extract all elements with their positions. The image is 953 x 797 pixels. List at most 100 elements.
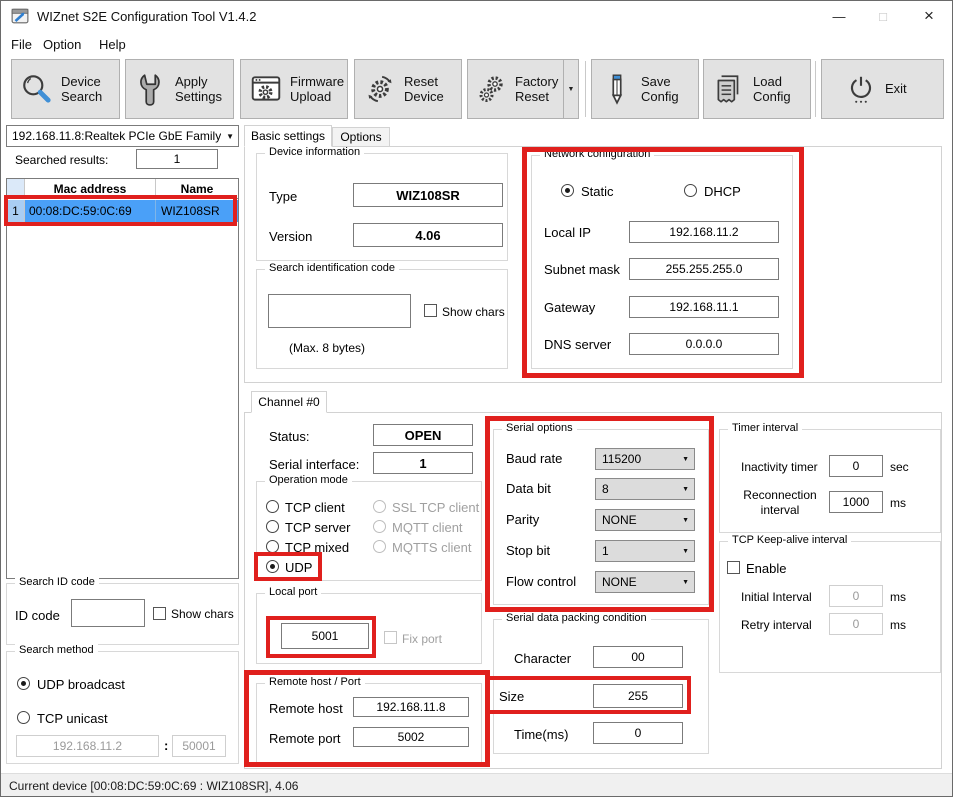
dhcp-radio[interactable]	[684, 184, 697, 197]
network-adapter-select[interactable]: 192.168.11.8:Realtek PCIe GbE Family ▼	[6, 125, 239, 147]
udp-broadcast-radio[interactable]	[17, 677, 30, 690]
power-icon	[844, 72, 878, 106]
stop-bit-label: Stop bit	[506, 543, 550, 558]
baud-rate-select[interactable]: 115200 ▼	[595, 448, 695, 470]
menu-help[interactable]: Help	[95, 35, 130, 54]
local-port-input[interactable]: 5001	[281, 623, 369, 649]
ssl-tcp-client-label: SSL TCP client	[392, 500, 479, 515]
window-title: WIZnet S2E Configuration Tool V1.4.2	[37, 9, 256, 24]
show-chars-checkbox-2[interactable]	[424, 304, 437, 317]
time-ms-label: Time(ms)	[514, 727, 568, 742]
initial-interval-input[interactable]: 0	[829, 585, 883, 607]
parity-select[interactable]: NONE ▼	[595, 509, 695, 531]
mqtt-client-radio[interactable]	[373, 520, 386, 533]
reconnection-interval-input[interactable]: 1000	[829, 491, 883, 513]
wrench-icon	[134, 72, 168, 106]
load-config-button[interactable]: Load Config	[703, 59, 811, 119]
unicast-port-input[interactable]: 50001	[172, 735, 226, 757]
time-ms-input[interactable]: 0	[593, 722, 683, 744]
table-row[interactable]: 1 00:08:DC:59:0C:69 WIZ108SR	[7, 200, 238, 222]
keepalive-title: TCP Keep-alive interval	[728, 534, 851, 546]
minimize-button[interactable]: —	[819, 1, 859, 31]
data-bit-select[interactable]: 8 ▼	[595, 478, 695, 500]
serial-interface-label: Serial interface:	[269, 457, 359, 472]
chevron-down-icon: ▼	[682, 486, 689, 493]
pencil-icon	[600, 72, 634, 106]
tcp-server-radio[interactable]	[266, 520, 279, 533]
remote-host-input[interactable]: 192.168.11.8	[353, 697, 469, 717]
id-code-input[interactable]	[71, 599, 145, 627]
colon-separator: :	[164, 738, 168, 753]
keepalive-enable-checkbox[interactable]	[727, 561, 740, 574]
tcp-unicast-radio[interactable]	[17, 711, 30, 724]
static-radio[interactable]	[561, 184, 574, 197]
factory-reset-label: Factory Reset	[515, 74, 563, 105]
tcp-mixed-label: TCP mixed	[285, 540, 349, 555]
status-bar-text: Current device [00:08:DC:59:0C:69 : WIZ1…	[9, 779, 298, 793]
mqtts-client-radio[interactable]	[373, 540, 386, 553]
factory-reset-button[interactable]: Factory Reset	[467, 59, 564, 119]
apply-settings-button[interactable]: Apply Settings	[125, 59, 234, 119]
character-input[interactable]: 00	[593, 646, 683, 668]
exit-label: Exit	[885, 81, 907, 96]
subnet-mask-field[interactable]: 255.255.255.0	[629, 258, 779, 280]
show-chars-label-2: Show chars	[442, 305, 505, 319]
size-label: Size	[499, 689, 524, 704]
flow-control-label: Flow control	[506, 574, 576, 589]
maximize-button[interactable]: □	[863, 1, 903, 31]
apply-settings-label: Apply Settings	[175, 74, 233, 105]
tcp-client-radio[interactable]	[266, 500, 279, 513]
device-search-button[interactable]: Device Search	[11, 59, 120, 119]
tab-options[interactable]: Options	[332, 127, 390, 147]
menu-file[interactable]: File	[7, 35, 36, 54]
reset-device-label: Reset Device	[404, 74, 461, 105]
size-input[interactable]: 255	[593, 684, 683, 708]
tab-basic-settings-label: Basic settings	[251, 129, 325, 143]
toolbar-separator	[815, 61, 816, 117]
save-config-button[interactable]: Save Config	[591, 59, 699, 119]
ssl-tcp-client-radio[interactable]	[373, 500, 386, 513]
fix-port-checkbox[interactable]	[384, 631, 397, 644]
type-label: Type	[269, 189, 297, 204]
close-button[interactable]: ×	[907, 1, 951, 31]
firmware-upload-button[interactable]: Firmware Upload	[240, 59, 348, 119]
adapter-value: 192.168.11.8:Realtek PCIe GbE Family	[12, 129, 221, 143]
exit-button[interactable]: Exit	[821, 59, 944, 119]
tab-options-label: Options	[340, 130, 381, 144]
search-identification-input[interactable]	[268, 294, 411, 328]
header-mac[interactable]: Mac address	[25, 179, 156, 198]
reset-device-button[interactable]: Reset Device	[354, 59, 462, 119]
header-index-cell[interactable]	[7, 179, 25, 198]
gateway-field[interactable]: 192.168.11.1	[629, 296, 779, 318]
tab-basic-settings[interactable]: Basic settings	[244, 125, 332, 147]
chevron-down-icon: ▼	[682, 517, 689, 524]
tcp-mixed-radio[interactable]	[266, 540, 279, 553]
gear-refresh-icon	[363, 72, 397, 106]
device-list[interactable]: Mac address Name 1 00:08:DC:59:0C:69 WIZ…	[6, 178, 239, 579]
searched-results-field[interactable]: 1	[136, 149, 218, 169]
stop-bit-value: 1	[602, 544, 609, 558]
retry-interval-input[interactable]: 0	[829, 613, 883, 635]
show-chars-checkbox[interactable]	[153, 607, 166, 620]
inactivity-timer-input[interactable]: 0	[829, 455, 883, 477]
parity-label: Parity	[506, 512, 539, 527]
stop-bit-select[interactable]: 1 ▼	[595, 540, 695, 562]
factory-reset-dropdown[interactable]: ▼	[563, 59, 579, 119]
row-index: 1	[7, 200, 25, 222]
local-ip-field[interactable]: 192.168.11.2	[629, 221, 779, 243]
header-name[interactable]: Name	[156, 179, 238, 198]
local-ip-label: Local IP	[544, 225, 591, 240]
dns-server-field[interactable]: 0.0.0.0	[629, 333, 779, 355]
chevron-down-icon: ▼	[226, 132, 234, 141]
character-label: Character	[514, 651, 571, 666]
udp-radio[interactable]	[266, 560, 279, 573]
flow-control-select[interactable]: NONE ▼	[595, 571, 695, 593]
unicast-ip-input[interactable]: 192.168.11.2	[16, 735, 159, 757]
menu-option[interactable]: Option	[39, 35, 85, 54]
toolbar-separator	[585, 61, 586, 117]
show-chars-label: Show chars	[171, 607, 234, 621]
remote-port-input[interactable]: 5002	[353, 727, 469, 747]
tab-channel-0[interactable]: Channel #0	[251, 391, 327, 413]
serial-interface-field: 1	[373, 452, 473, 474]
packing-condition-title: Serial data packing condition	[502, 612, 651, 624]
